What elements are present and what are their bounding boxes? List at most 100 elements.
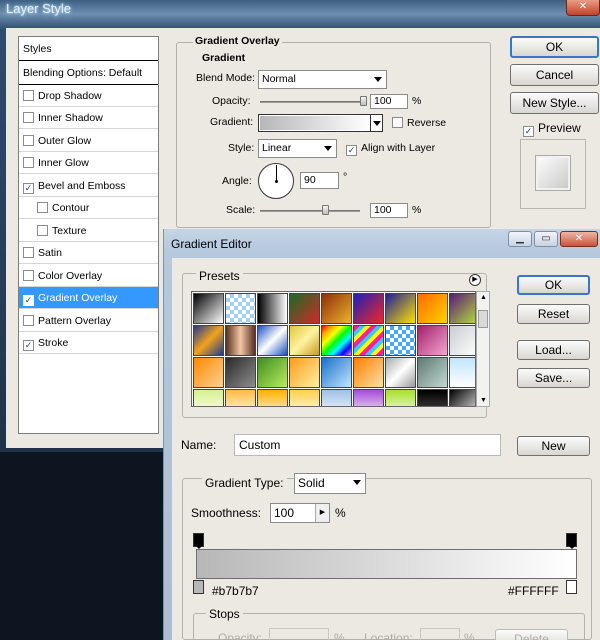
- align-with-layer-checkbox[interactable]: ✓ Align with Layer: [346, 142, 435, 156]
- style-checkbox[interactable]: [23, 90, 34, 101]
- preset-swatch[interactable]: [385, 389, 416, 406]
- preset-swatch[interactable]: [321, 357, 352, 388]
- reverse-checkbox[interactable]: Reverse: [392, 117, 446, 129]
- opacity-stop-right[interactable]: [566, 533, 577, 549]
- style-checkbox[interactable]: ✓: [23, 183, 34, 194]
- style-item-gradient-overlay[interactable]: ✓ Gradient Overlay: [19, 287, 158, 309]
- style-item-inner-shadow[interactable]: Inner Shadow: [19, 107, 158, 129]
- blend-mode-select[interactable]: Normal: [258, 70, 387, 89]
- preset-swatch[interactable]: [321, 389, 352, 406]
- style-item-satin[interactable]: Satin: [19, 242, 158, 264]
- gradient-bar[interactable]: [196, 549, 577, 579]
- preset-swatch[interactable]: [257, 325, 288, 356]
- preset-swatch[interactable]: [257, 389, 288, 406]
- presets-scrollbar[interactable]: ▲ ▼: [476, 291, 490, 407]
- preset-swatch[interactable]: [193, 357, 224, 388]
- scale-input[interactable]: 100: [370, 203, 408, 218]
- maximize-icon[interactable]: ▭: [534, 231, 558, 247]
- preset-swatch[interactable]: [225, 325, 256, 356]
- style-checkbox[interactable]: [23, 157, 34, 168]
- opacity-slider-track[interactable]: [260, 101, 365, 103]
- preset-swatch[interactable]: [449, 293, 475, 324]
- cancel-button[interactable]: Cancel: [510, 64, 599, 86]
- preset-swatch[interactable]: [289, 293, 320, 324]
- reverse-check[interactable]: [392, 117, 403, 128]
- preview-checkbox[interactable]: ✓ Preview: [523, 121, 581, 137]
- preset-swatch[interactable]: [449, 389, 475, 406]
- style-item-pattern-overlay[interactable]: Pattern Overlay: [19, 310, 158, 332]
- color-stop-left[interactable]: [193, 580, 204, 594]
- close-icon[interactable]: ✕: [566, 0, 600, 16]
- opacity-input[interactable]: 100: [370, 94, 408, 109]
- angle-dial[interactable]: [258, 163, 294, 199]
- scale-slider-handle[interactable]: [322, 205, 330, 215]
- style-checkbox[interactable]: ✓: [23, 295, 34, 306]
- style-item-texture[interactable]: Texture: [19, 220, 158, 242]
- reset-button[interactable]: Reset: [517, 304, 590, 324]
- style-checkbox[interactable]: [23, 135, 34, 146]
- ok-button[interactable]: OK: [510, 36, 599, 58]
- ge-ok-button[interactable]: OK: [517, 275, 590, 295]
- scroll-thumb[interactable]: [478, 310, 488, 328]
- style-checkbox[interactable]: ✓: [23, 340, 34, 351]
- style-checkbox[interactable]: [23, 112, 34, 123]
- preset-swatch[interactable]: [225, 389, 256, 406]
- preset-swatch[interactable]: [353, 389, 384, 406]
- style-item-contour[interactable]: Contour: [19, 197, 158, 219]
- style-checkbox[interactable]: [23, 247, 34, 258]
- preset-swatch[interactable]: [225, 293, 256, 324]
- angle-input[interactable]: 90: [300, 172, 339, 189]
- minimize-icon[interactable]: ▁: [508, 231, 532, 247]
- preset-swatch[interactable]: [289, 389, 320, 406]
- preset-swatch[interactable]: [257, 293, 288, 324]
- style-item-blending-options-default[interactable]: Blending Options: Default: [19, 62, 158, 85]
- new-button[interactable]: New: [517, 436, 590, 456]
- preset-swatch[interactable]: [417, 325, 448, 356]
- new-style-button[interactable]: New Style...: [510, 92, 599, 114]
- style-item-outer-glow[interactable]: Outer Glow: [19, 130, 158, 152]
- preset-swatch[interactable]: [353, 325, 384, 356]
- preset-swatch[interactable]: [225, 357, 256, 388]
- gradient-picker[interactable]: [258, 114, 383, 132]
- preset-swatch[interactable]: [257, 357, 288, 388]
- preset-swatch[interactable]: [417, 389, 448, 406]
- preset-swatch[interactable]: [449, 325, 475, 356]
- preset-swatch[interactable]: [193, 325, 224, 356]
- close-icon[interactable]: ✕: [560, 231, 598, 247]
- preset-swatch[interactable]: [417, 293, 448, 324]
- opacity-stop-left[interactable]: [193, 533, 204, 549]
- delete-button[interactable]: Delete: [495, 629, 568, 640]
- stops-location-input[interactable]: [420, 628, 460, 640]
- stops-opacity-input[interactable]: [269, 628, 329, 640]
- scale-slider-track[interactable]: [260, 210, 360, 212]
- preset-swatch[interactable]: [353, 357, 384, 388]
- smoothness-input[interactable]: 100 ▶: [270, 503, 330, 523]
- style-item-inner-glow[interactable]: Inner Glow: [19, 152, 158, 174]
- style-checkbox[interactable]: [37, 225, 48, 236]
- preset-swatch[interactable]: [289, 357, 320, 388]
- style-select[interactable]: Linear: [258, 139, 337, 158]
- preset-swatch[interactable]: [353, 293, 384, 324]
- gradient-type-select[interactable]: Solid: [294, 473, 366, 494]
- style-checkbox[interactable]: [37, 202, 48, 213]
- preview-check[interactable]: ✓: [523, 126, 534, 137]
- scroll-up-icon[interactable]: ▲: [480, 294, 487, 301]
- style-item-styles[interactable]: Styles: [19, 37, 158, 61]
- align-check[interactable]: ✓: [346, 145, 357, 156]
- style-checkbox[interactable]: [23, 315, 34, 326]
- preset-swatch[interactable]: [385, 325, 416, 356]
- preset-swatch[interactable]: [193, 293, 224, 324]
- preset-swatch[interactable]: [193, 389, 224, 406]
- save-button[interactable]: Save...: [517, 368, 590, 388]
- preset-swatch[interactable]: [321, 325, 352, 356]
- preset-swatch[interactable]: [385, 357, 416, 388]
- load-button[interactable]: Load...: [517, 340, 590, 360]
- presets-menu-icon[interactable]: ▶: [469, 274, 481, 286]
- opacity-slider-handle[interactable]: [360, 96, 367, 106]
- preset-swatch[interactable]: [321, 293, 352, 324]
- style-item-stroke[interactable]: ✓ Stroke: [19, 332, 158, 354]
- style-item-bevel-and-emboss[interactable]: ✓ Bevel and Emboss: [19, 175, 158, 197]
- name-input[interactable]: Custom: [234, 434, 501, 456]
- scroll-down-icon[interactable]: ▼: [480, 397, 487, 404]
- style-checkbox[interactable]: [23, 270, 34, 281]
